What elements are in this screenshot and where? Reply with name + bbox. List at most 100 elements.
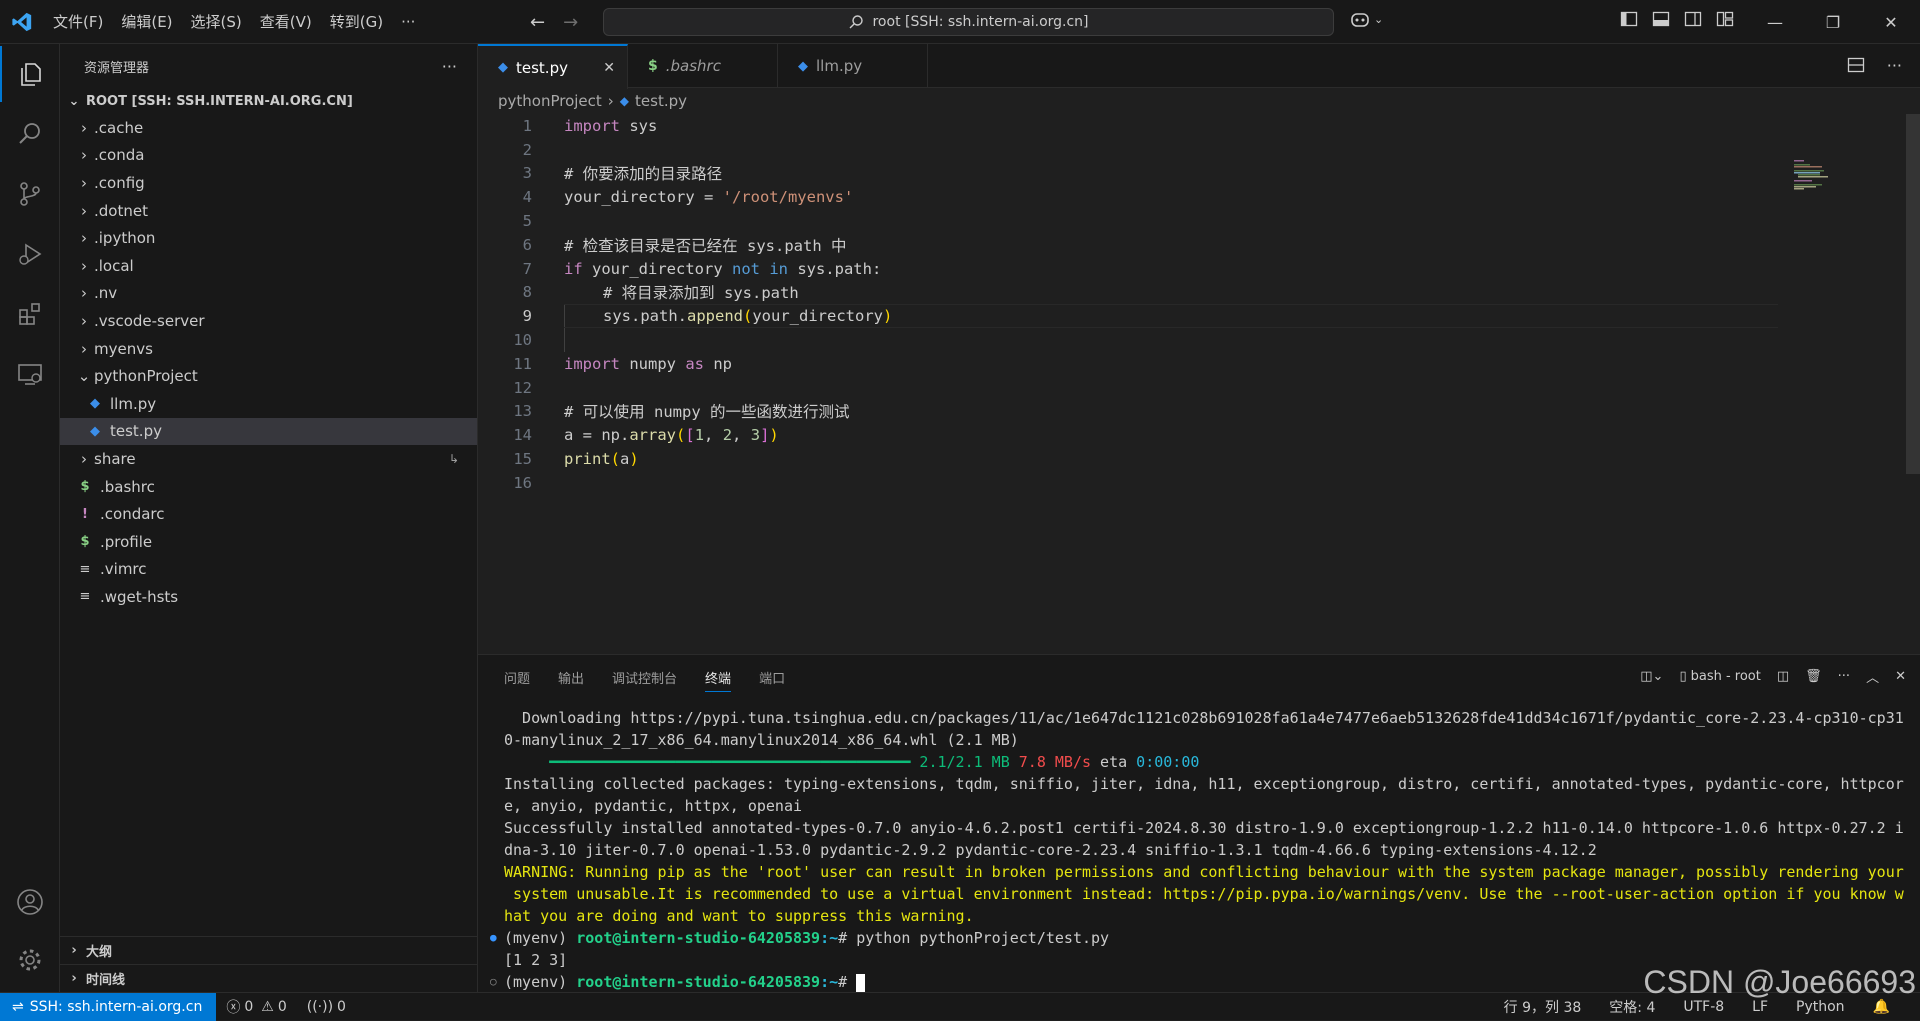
code-line: 4 your_directory = '/root/myenvs': [522, 188, 854, 207]
tab-ports[interactable]: 端口: [759, 668, 785, 687]
terminal-progress-line: ━━━━━━━━━━━━━━━━━━━━━━━━━━━━━━━━━━━━━━━━…: [504, 753, 1200, 771]
close-panel-icon[interactable]: ✕: [1895, 669, 1906, 684]
tab-bashrc[interactable]: $ .bashrc: [628, 44, 778, 88]
command-center-search[interactable]: root [SSH: ssh.intern-ai.org.cn]: [603, 8, 1334, 36]
restore-icon[interactable]: ❐: [1804, 0, 1862, 44]
accounts-activity[interactable]: [0, 874, 60, 930]
new-terminal-split-icon[interactable]: ◫⌄: [1640, 669, 1663, 684]
tree-item-label: test.py: [110, 422, 162, 441]
menu-selection[interactable]: 选择(S): [182, 0, 251, 44]
tree-item[interactable]: ◆ llm.py: [60, 390, 477, 418]
menu-more[interactable]: ···: [392, 0, 424, 44]
sidebar-bottom-sections: › 大纲 › 时间线: [60, 936, 477, 992]
tree-item[interactable]: › .cache: [60, 114, 477, 142]
tab-debug-console[interactable]: 调试控制台: [612, 668, 677, 687]
tree-item[interactable]: ≡ .wget-hsts: [60, 583, 477, 611]
tree-item[interactable]: › share ↳: [60, 445, 477, 473]
code-line: 13 # 可以使用 numpy 的一些函数进行测试: [513, 402, 850, 422]
tree-item[interactable]: $ .bashrc: [60, 473, 477, 501]
code-editor[interactable]: 1 import sys 2 3 # 你要添加的目录路径 4 your_directo…: [478, 114, 1920, 495]
tree-item[interactable]: $ .profile: [60, 528, 477, 556]
terminal-output[interactable]: Downloading https://pypi.tuna.tsinghua.e…: [490, 707, 1904, 993]
forward-arrow-icon[interactable]: →: [563, 12, 578, 33]
trash-icon[interactable]: 🗑: [1805, 669, 1822, 684]
tree-item-label: share: [94, 449, 136, 468]
workspace-root[interactable]: ⌄ ROOT [SSH: SSH.INTERN-AI.ORG.CN]: [60, 88, 477, 114]
copilot-button[interactable]: ⌄: [1350, 10, 1383, 28]
breadcrumb-file[interactable]: test.py: [635, 92, 687, 110]
tree-item[interactable]: ! .condarc: [60, 500, 477, 528]
split-editor-icon[interactable]: [1847, 56, 1865, 74]
explorer-activity[interactable]: [0, 46, 60, 102]
ports-indicator[interactable]: ((·)) 0: [297, 999, 356, 1015]
remote-explorer-activity[interactable]: [0, 346, 60, 402]
more-actions-icon[interactable]: ···: [442, 57, 457, 76]
tree-item[interactable]: › .local: [60, 252, 477, 280]
remote-indicator[interactable]: ⇌ SSH: ssh.intern-ai.org.cn: [0, 992, 217, 1021]
terminal-warning-line: hat you are doing and want to suppress t…: [504, 907, 974, 925]
tree-item[interactable]: › .ipython: [60, 224, 477, 252]
menu-go[interactable]: 转到(G): [321, 0, 392, 44]
toggle-primary-sidebar-icon[interactable]: [1620, 10, 1638, 28]
source-control-activity[interactable]: [0, 166, 60, 222]
code-line: 6 # 检查该目录是否已经在 sys.path 中: [522, 235, 847, 255]
chevron-right-icon: ›: [81, 449, 87, 468]
chevron-up-icon[interactable]: ︿: [1866, 667, 1879, 686]
python-file-icon: ◆: [798, 58, 808, 74]
chevron-down-icon: ⌄: [77, 367, 91, 386]
breadcrumb-folder[interactable]: pythonProject: [498, 92, 602, 110]
menu-file[interactable]: 文件(F): [44, 0, 112, 44]
tree-item[interactable]: ◆ test.py: [60, 417, 477, 446]
manage-activity[interactable]: [0, 932, 60, 988]
run-debug-activity[interactable]: [0, 226, 60, 282]
minimap[interactable]: [1794, 160, 1840, 190]
tree-item[interactable]: › .dotnet: [60, 197, 477, 225]
tree-item[interactable]: › .conda: [60, 142, 477, 170]
outline-section[interactable]: › 大纲: [60, 936, 477, 964]
timeline-section[interactable]: › 时间线: [60, 964, 477, 992]
toggle-panel-icon[interactable]: [1652, 10, 1670, 28]
tab-problems[interactable]: 问题: [504, 668, 530, 687]
code-line: 7 if your_directory not in sys.path:: [522, 259, 882, 278]
tab-llm-py[interactable]: ◆ llm.py: [778, 44, 928, 88]
chevron-right-icon: ›: [607, 92, 614, 110]
tree-item[interactable]: › myenvs: [60, 335, 477, 363]
more-actions-icon[interactable]: ···: [1887, 56, 1902, 75]
terminal-instance[interactable]: ▯ bash - root: [1679, 669, 1760, 684]
title-bar: 文件(F) 编辑(E) 选择(S) 查看(V) 转到(G) ··· ← → ro…: [0, 0, 1920, 44]
more-actions-icon[interactable]: ···: [1838, 669, 1850, 684]
python-file-icon: ◆: [619, 94, 630, 108]
search-text: root [SSH: ssh.intern-ai.org.cn]: [872, 14, 1089, 30]
command-decoration-icon[interactable]: ●: [490, 927, 497, 949]
tab-test-py[interactable]: ◆ test.py ✕: [478, 44, 628, 89]
menu-edit[interactable]: 编辑(E): [112, 0, 181, 44]
command-decoration-icon[interactable]: ○: [490, 971, 497, 993]
panel-toolbar: ◫⌄ ▯ bash - root ◫ 🗑 ··· ︿ ✕: [1640, 667, 1906, 686]
tree-item[interactable]: › .nv: [60, 280, 477, 308]
terminal-line: Downloading https://pypi.tuna.tsinghua.e…: [504, 709, 1904, 727]
search-activity[interactable]: [0, 106, 60, 162]
back-arrow-icon[interactable]: ←: [530, 12, 545, 33]
tree-item[interactable]: ≡ .vimrc: [60, 556, 477, 584]
customize-layout-icon[interactable]: [1716, 10, 1734, 28]
tree-item-label: .condarc: [100, 505, 165, 524]
tree-item-label: .bashrc: [100, 477, 155, 496]
editor-actions: ···: [1847, 56, 1902, 75]
toggle-secondary-sidebar-icon[interactable]: [1684, 10, 1702, 28]
tab-terminal[interactable]: 终端: [705, 668, 732, 692]
tree-item[interactable]: › .vscode-server: [60, 307, 477, 335]
close-icon[interactable]: ✕: [603, 60, 615, 76]
problems-indicator[interactable]: ⓧ 0 ⚠ 0: [216, 997, 296, 1017]
close-window-icon[interactable]: ✕: [1862, 0, 1920, 44]
minimize-icon[interactable]: —: [1746, 0, 1804, 44]
tab-output[interactable]: 输出: [558, 668, 584, 687]
tree-item[interactable]: ⌄ pythonProject: [60, 362, 477, 390]
editor-scrollbar[interactable]: [1906, 114, 1920, 474]
menu-view[interactable]: 查看(V): [251, 0, 321, 44]
split-terminal-icon[interactable]: ◫: [1777, 669, 1789, 684]
cursor-position[interactable]: 行 9，列 38: [1494, 997, 1592, 1017]
tree-item[interactable]: › .config: [60, 169, 477, 197]
chevron-right-icon: ›: [81, 284, 87, 303]
extensions-activity[interactable]: [0, 286, 60, 342]
timeline-label: 时间线: [86, 973, 126, 988]
